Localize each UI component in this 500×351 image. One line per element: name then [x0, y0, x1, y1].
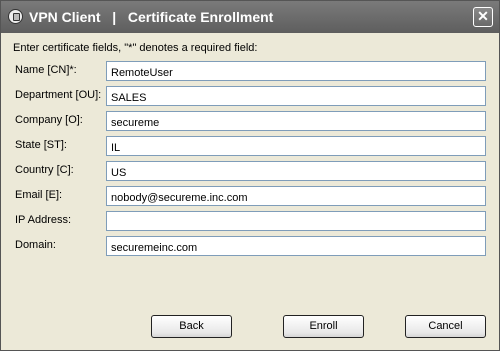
title-bar[interactable]: VPN Client | Certificate Enrollment ✕ — [1, 1, 499, 33]
company-label: Company [O]: — [15, 114, 83, 126]
vpn-client-icon — [8, 9, 23, 24]
instructions-text: Enter certificate fields, "*" denotes a … — [13, 42, 258, 54]
title-page-name: Certificate Enrollment — [127, 9, 274, 25]
company-field[interactable] — [106, 111, 486, 131]
state-label: State [ST]: — [15, 139, 67, 151]
state-field[interactable] — [106, 136, 486, 156]
email-field[interactable] — [106, 186, 486, 206]
close-icon: ✕ — [477, 8, 489, 24]
name-field[interactable] — [106, 61, 486, 81]
certificate-enrollment-dialog: VPN Client | Certificate Enrollment ✕ En… — [0, 0, 500, 351]
enroll-button[interactable]: Enroll — [283, 315, 364, 338]
email-label: Email [E]: — [15, 189, 63, 201]
title-app-name: VPN Client — [29, 9, 101, 25]
department-label: Department [OU]: — [15, 89, 102, 101]
cancel-button[interactable]: Cancel — [405, 315, 486, 338]
domain-label: Domain: — [15, 239, 56, 251]
ip-address-field[interactable] — [106, 211, 486, 231]
department-field[interactable] — [106, 86, 486, 106]
back-button[interactable]: Back — [151, 315, 232, 338]
title-separator: | — [112, 9, 117, 25]
country-label: Country [C]: — [15, 164, 74, 176]
domain-field[interactable] — [106, 236, 486, 256]
ip-address-label: IP Address: — [15, 214, 72, 226]
close-button[interactable]: ✕ — [473, 7, 493, 27]
country-field[interactable] — [106, 161, 486, 181]
name-label: Name [CN]*: — [15, 64, 77, 76]
window-title: VPN Client | Certificate Enrollment — [29, 9, 273, 25]
